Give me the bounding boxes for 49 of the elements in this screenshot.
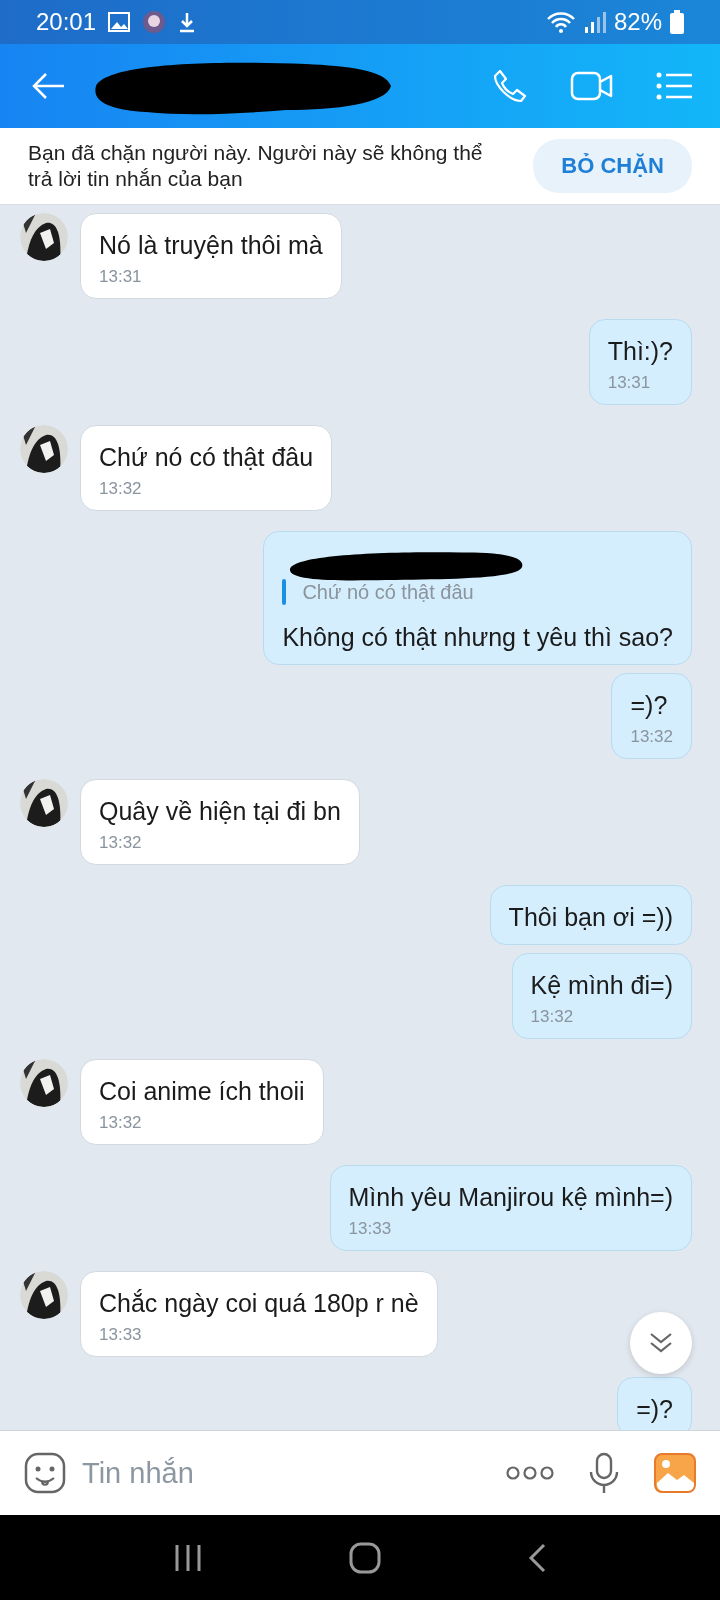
message-text: Nó là truyện thôi mà bbox=[99, 230, 323, 261]
phone-icon[interactable] bbox=[492, 68, 528, 104]
message-text: Quây về hiện tại đi bn bbox=[99, 796, 341, 827]
avatar-icon bbox=[142, 10, 167, 34]
avatar[interactable] bbox=[20, 1271, 68, 1319]
download-icon bbox=[178, 11, 197, 33]
battery-percent: 82% bbox=[613, 8, 662, 36]
recent-apps-icon[interactable] bbox=[173, 1542, 203, 1573]
image-icon bbox=[108, 12, 131, 32]
message-time: 13:33 bbox=[99, 1325, 143, 1345]
message-text: Coi anime ích thoii bbox=[99, 1076, 305, 1107]
message-time: 13:32 bbox=[99, 833, 143, 853]
blocked-notice: Bạn đã chặn người này. Người này sẽ không thể trả lời tin nhắn của bạn bbox=[28, 140, 484, 192]
message-text: Chứ nó có thật đâu bbox=[99, 442, 314, 473]
message-time: 13:33 bbox=[348, 1219, 393, 1239]
message-time: 13:32 bbox=[99, 1113, 143, 1133]
signal-icon bbox=[583, 11, 606, 33]
message-time: 13:31 bbox=[99, 267, 143, 287]
chevron-down-icon bbox=[648, 1331, 674, 1355]
message-text: =)? bbox=[630, 690, 669, 721]
message-input[interactable]: Tin nhắn bbox=[80, 1455, 492, 1491]
wifi-icon bbox=[545, 11, 576, 33]
message-time: 13:32 bbox=[630, 727, 673, 747]
unblock-button[interactable]: BỎ CHẶN bbox=[533, 139, 692, 193]
message-time: 13:32 bbox=[530, 1007, 575, 1027]
message-text: Mình yêu Manjirou kệ mình=) bbox=[348, 1182, 673, 1213]
message-text: Kệ mình đi=) bbox=[530, 970, 673, 1001]
video-camera-icon[interactable] bbox=[570, 70, 614, 102]
avatar[interactable] bbox=[20, 213, 68, 261]
gallery-icon[interactable] bbox=[654, 1453, 696, 1493]
battery-icon bbox=[670, 10, 684, 34]
home-icon[interactable] bbox=[349, 1541, 381, 1574]
back-icon[interactable] bbox=[527, 1542, 547, 1573]
message-text: Không có thật nhưng t yêu thì sao? bbox=[282, 622, 673, 653]
message-text: Thì:)? bbox=[607, 336, 673, 367]
message-text: =)? bbox=[636, 1394, 673, 1425]
message-time: 13:31 bbox=[607, 373, 652, 393]
message-time: 13:32 bbox=[99, 479, 143, 499]
microphone-icon[interactable] bbox=[588, 1452, 620, 1494]
message-text: Thôi bạn ơi =)) bbox=[508, 902, 673, 933]
avatar[interactable] bbox=[20, 1059, 68, 1107]
message-text: Chắc ngày coi quá 180p r nè bbox=[99, 1288, 419, 1319]
sticker-icon[interactable] bbox=[24, 1452, 66, 1494]
status-time: 20:01 bbox=[36, 8, 97, 36]
more-icon[interactable] bbox=[506, 1465, 554, 1481]
avatar[interactable] bbox=[20, 779, 68, 827]
scroll-down-button[interactable] bbox=[630, 1312, 692, 1374]
avatar[interactable] bbox=[20, 425, 68, 473]
quoted-message: Chứ nó có thật đâu bbox=[302, 580, 474, 604]
